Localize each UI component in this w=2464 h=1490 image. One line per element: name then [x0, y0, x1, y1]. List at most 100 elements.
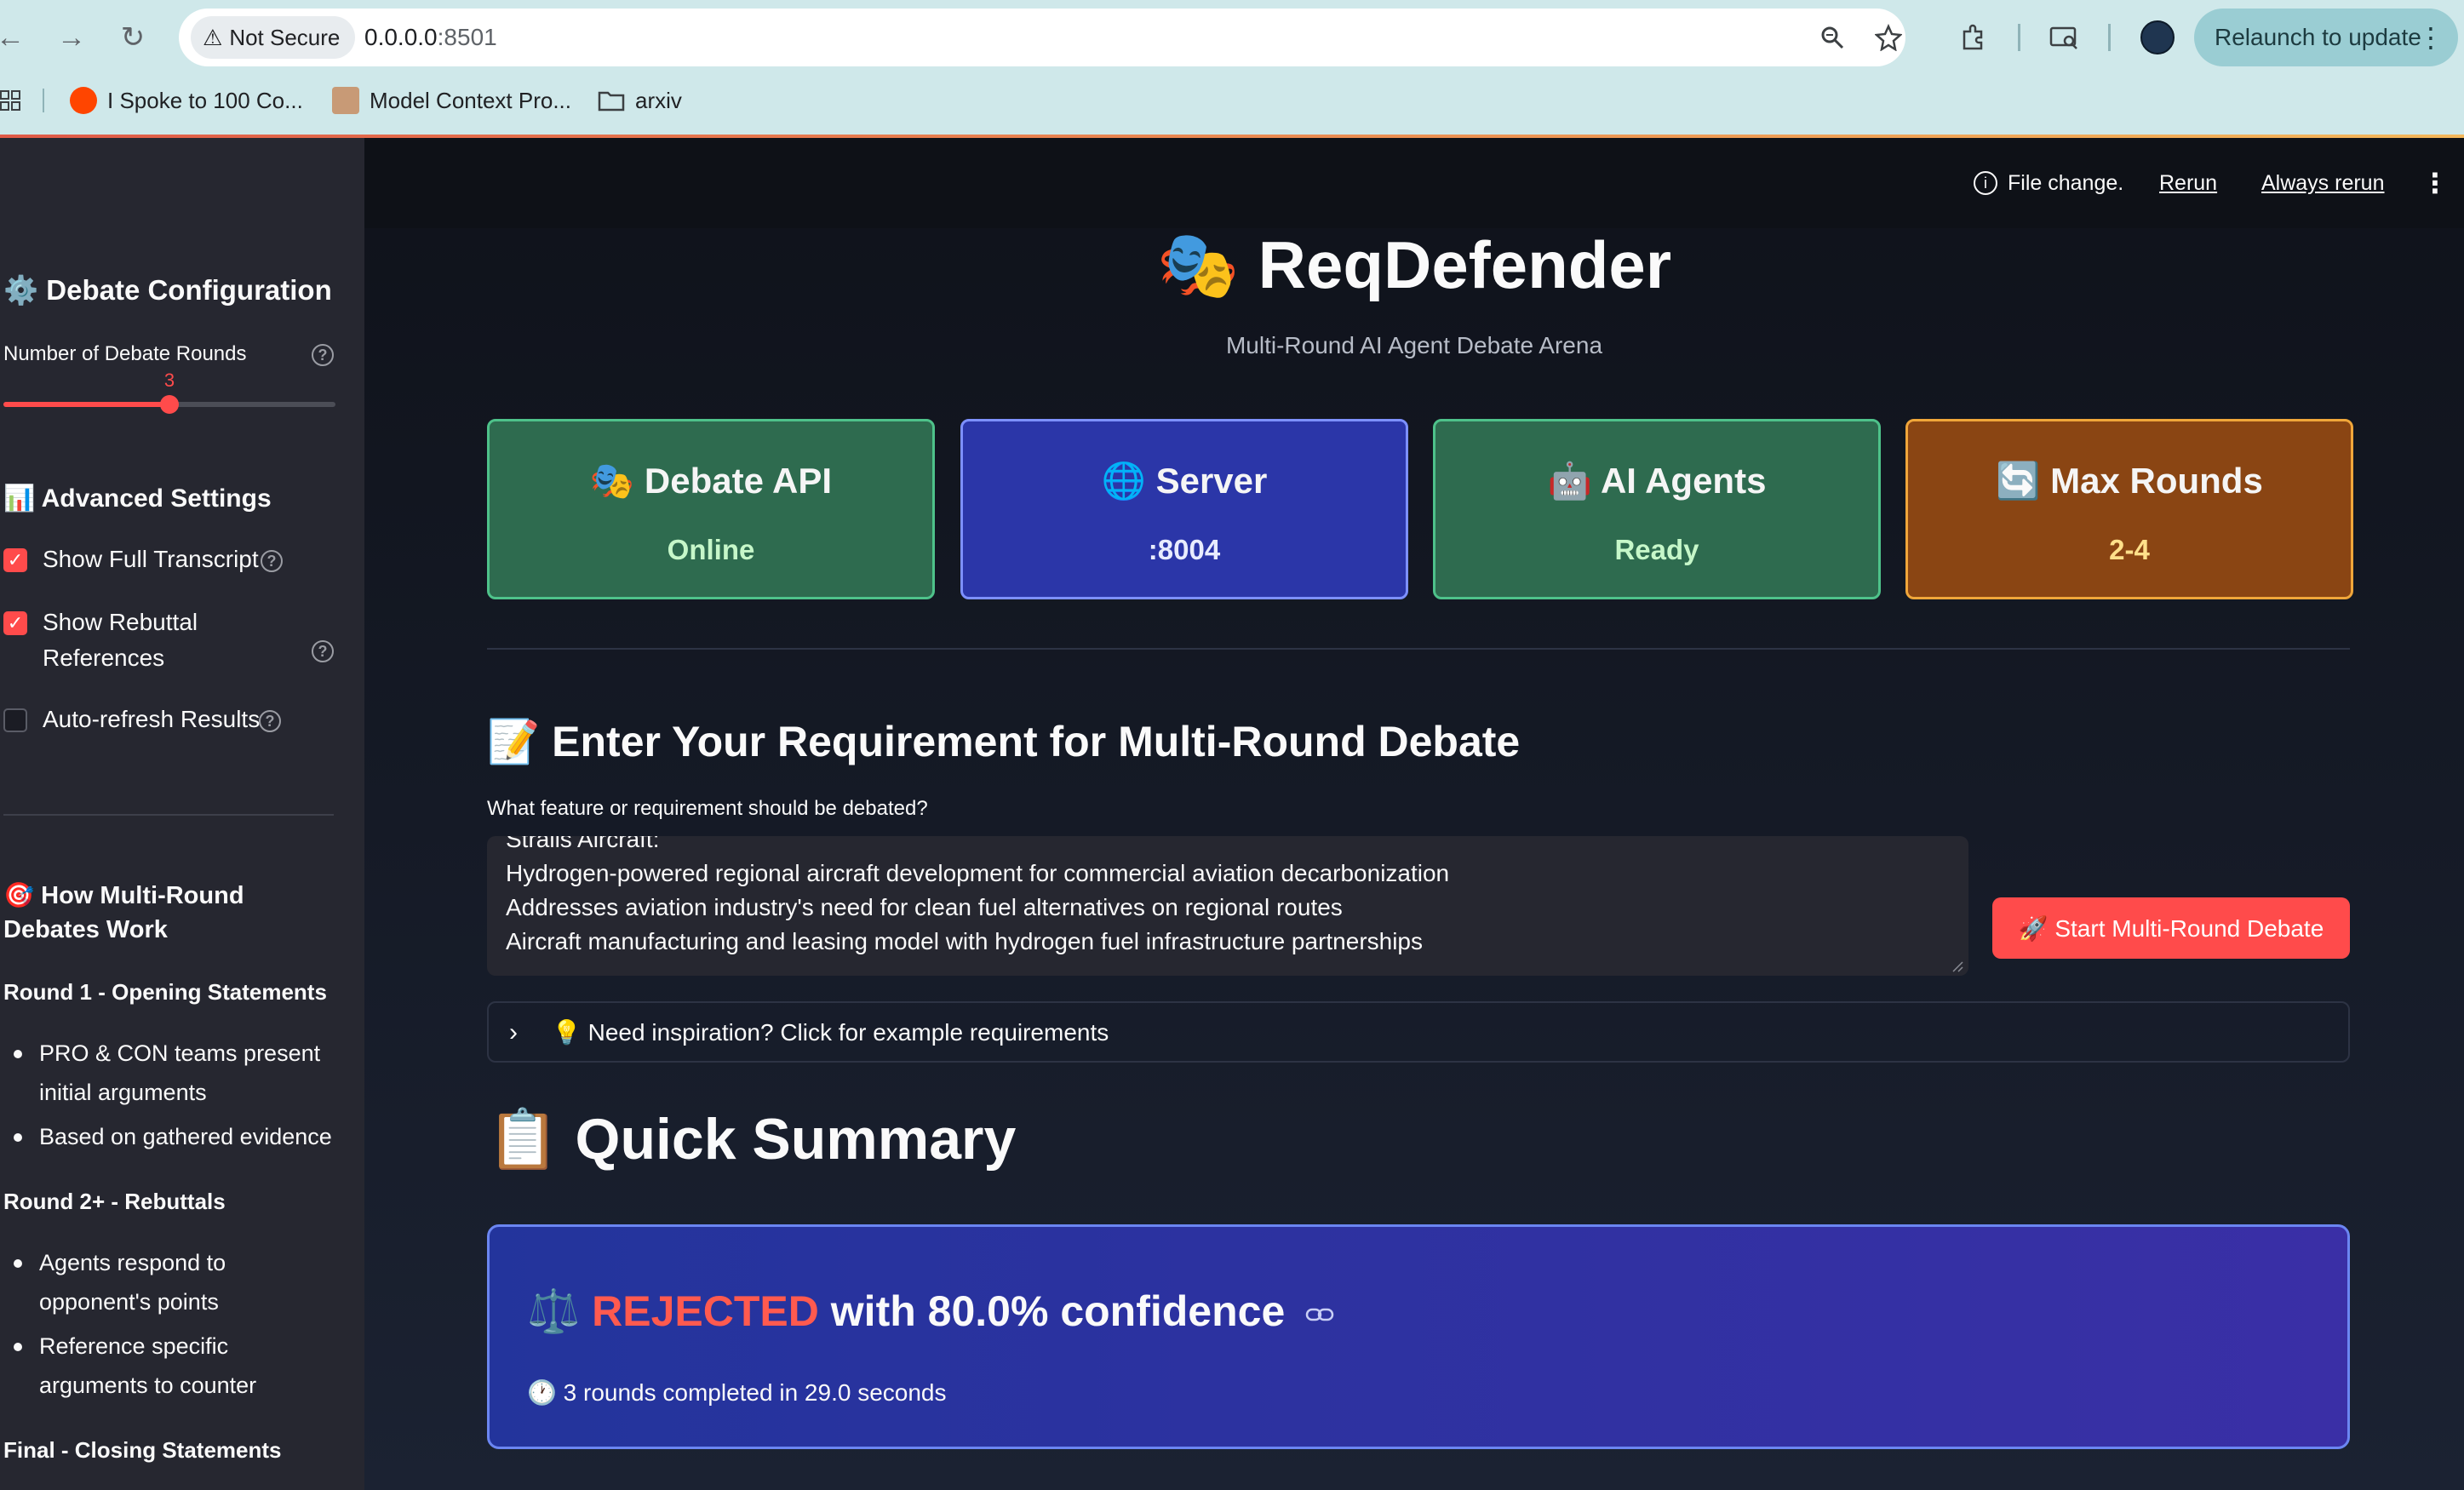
url-port: :8501	[437, 24, 497, 50]
requirement-label: What feature or requirement should be de…	[487, 797, 928, 820]
textarea-line: Stralis Aircraft:	[506, 836, 660, 852]
link-icon[interactable]	[1305, 1306, 1334, 1323]
url-text[interactable]: 0.0.0.0:8501	[364, 9, 497, 66]
requirement-heading: 📝 Enter Your Requirement for Multi-Round…	[487, 718, 1521, 765]
auto-refresh-label: Auto-refresh Results	[43, 706, 261, 732]
address-bar[interactable]: ⚠ Not Secure 0.0.0.0:8501	[179, 9, 1905, 66]
expander-label: 💡 Need inspiration? Click for example re…	[552, 1019, 1109, 1046]
list-item: PRO & CON teams present initial argument…	[14, 1034, 337, 1112]
status-card-ai-agents: 🤖 AI Agents Ready	[1433, 419, 1881, 599]
security-indicator[interactable]: ⚠ Not Secure	[191, 16, 356, 59]
main-menu-icon[interactable]: ⋮	[2421, 167, 2449, 199]
status-card-label: 🤖 AI Agents	[1547, 461, 1767, 501]
forward-icon[interactable]: →	[49, 15, 94, 60]
sidebar-divider	[3, 814, 334, 816]
reload-icon[interactable]: ↻	[111, 15, 155, 60]
tab-search-icon[interactable]	[2042, 15, 2086, 60]
summary-card: ⚖️ REJECTED with 80.0% confidence 🕐 3 ro…	[487, 1224, 2350, 1449]
textarea-line: Aircraft manufacturing and leasing model…	[506, 928, 1424, 954]
browser-chrome: ← → ↻ ⚠ Not Secure 0.0.0.0:8501 Relaunch…	[0, 0, 2464, 136]
summary-heading: 📋 Quick Summary	[487, 1107, 1017, 1172]
list-item: Based on gathered evidence	[14, 1117, 337, 1156]
section-divider	[487, 648, 2350, 650]
requirement-textarea[interactable]: Stralis Aircraft: Hydrogen-powered regio…	[487, 836, 1968, 976]
show-transcript-checkbox[interactable]: ✓	[3, 548, 27, 572]
rerun-button[interactable]: Rerun	[2159, 167, 2217, 199]
start-debate-button[interactable]: 🚀 Start Multi-Round Debate	[1992, 897, 2350, 959]
status-card-value: Ready	[1614, 534, 1699, 565]
relaunch-button[interactable]: Relaunch to update ⋮	[2194, 9, 2458, 66]
bookmark-label: Model Context Pro...	[370, 87, 571, 113]
inspiration-expander[interactable]: › 💡 Need inspiration? Click for example …	[487, 1001, 2350, 1063]
rounds-slider-label: Number of Debate Rounds	[3, 342, 247, 365]
verdict-text: ⚖️ REJECTED with 80.0% confidence	[527, 1287, 1334, 1337]
toolbar-separator	[2018, 24, 2020, 51]
bookmark-folder[interactable]: arxiv	[598, 80, 682, 121]
rounds-slider[interactable]: 3	[3, 370, 335, 421]
file-change-text: File change.	[2008, 171, 2124, 195]
url-host: 0.0.0.0	[364, 24, 438, 50]
auto-refresh-checkbox[interactable]	[3, 708, 27, 732]
rounds-completed-text: 🕐 3 rounds completed in 29.0 seconds	[527, 1379, 947, 1406]
star-icon[interactable]	[1870, 19, 1907, 56]
file-change-notice: i File change.	[1974, 167, 2123, 199]
extensions-icon[interactable]	[1951, 15, 1996, 60]
section-title: Round 2+ - Rebuttals	[3, 1189, 226, 1214]
profile-avatar[interactable]	[2135, 15, 2180, 60]
status-card-label: 🎭 Debate API	[589, 461, 833, 501]
back-icon[interactable]: ←	[0, 15, 32, 60]
bookmark-item[interactable]: I Spoke to 100 Co...	[70, 80, 303, 121]
bookmarks-separator	[43, 89, 44, 112]
status-card-max-rounds: 🔄 Max Rounds 2-4	[1905, 419, 2353, 599]
relaunch-label: Relaunch to update	[2215, 24, 2421, 50]
slider-fill	[3, 402, 169, 407]
show-rebuttal-checkbox[interactable]: ✓	[3, 611, 27, 635]
status-card-debate-api: 🎭 Debate API Online	[487, 419, 935, 599]
bookmark-item[interactable]: Model Context Pro...	[332, 80, 571, 121]
reddit-icon	[70, 87, 97, 114]
always-rerun-button[interactable]: Always rerun	[2261, 167, 2385, 199]
verdict-icon: ⚖️	[527, 1287, 593, 1335]
toolbar-separator	[2108, 24, 2111, 51]
apps-grid-icon[interactable]	[0, 80, 20, 121]
help-icon[interactable]: ?	[259, 710, 281, 732]
section-title: Final - Closing Statements	[3, 1437, 282, 1463]
list-item-text: Based on gathered evidence	[39, 1124, 332, 1149]
folder-icon	[598, 91, 625, 112]
help-icon[interactable]: ?	[261, 550, 283, 572]
slider-thumb[interactable]	[160, 395, 179, 414]
how-it-works-heading: 🎯 How Multi-Round Debates Work	[3, 882, 244, 943]
page-subtitle: Multi-Round AI Agent Debate Arena	[1225, 332, 1603, 358]
help-icon[interactable]: ?	[312, 344, 334, 366]
warning-icon: ⚠	[203, 24, 223, 50]
security-label: Not Secure	[229, 24, 341, 50]
avatar-icon	[332, 87, 359, 114]
status-card-label: 🌐 Server	[1101, 461, 1268, 501]
status-card-value: 2-4	[2109, 534, 2150, 565]
list-item-text: PRO & CON teams present initial argument…	[39, 1040, 321, 1105]
textarea-line: Hydrogen-powered regional aircraft devel…	[506, 860, 1450, 886]
page-title: 🎭 ReqDefender	[1156, 227, 1672, 302]
status-card-value: :8004	[1148, 534, 1221, 565]
debate-configuration-heading: ⚙️ Debate Configuration	[3, 274, 332, 306]
zoom-icon[interactable]	[1814, 19, 1851, 56]
advanced-settings-heading: 📊 Advanced Settings	[3, 484, 272, 513]
help-icon[interactable]: ?	[312, 640, 334, 662]
verdict-confidence: with 80.0% confidence	[818, 1287, 1286, 1335]
resize-handle-icon[interactable]	[1951, 960, 1963, 972]
sidebar: ⚙️ Debate Configuration Number of Debate…	[0, 138, 364, 1490]
status-card-server: 🌐 Server :8004	[960, 419, 1408, 599]
slider-value: 3	[163, 370, 175, 391]
list-item: Agents respond to opponent's points	[14, 1243, 269, 1321]
textarea-line: Addresses aviation industry's need for c…	[506, 894, 1343, 920]
bookmark-label: arxiv	[635, 87, 682, 113]
menu-dots-icon[interactable]: ⋮	[2417, 20, 2444, 54]
main-content: i File change. Rerun Always rerun ⋮ 🎭 Re…	[364, 138, 2464, 1490]
bookmarks-bar: I Spoke to 100 Co... Model Context Pro..…	[0, 80, 2464, 121]
bookmark-label: I Spoke to 100 Co...	[107, 87, 303, 113]
list-item-text: Reference specific arguments to counter	[39, 1333, 257, 1398]
streamlit-toolbar: i File change. Rerun Always rerun ⋮	[364, 138, 2464, 228]
list-item-text: Agents respond to opponent's points	[39, 1250, 226, 1315]
chevron-right-icon: ›	[509, 1018, 518, 1046]
show-rebuttal-label: Show Rebuttal References	[43, 609, 198, 671]
